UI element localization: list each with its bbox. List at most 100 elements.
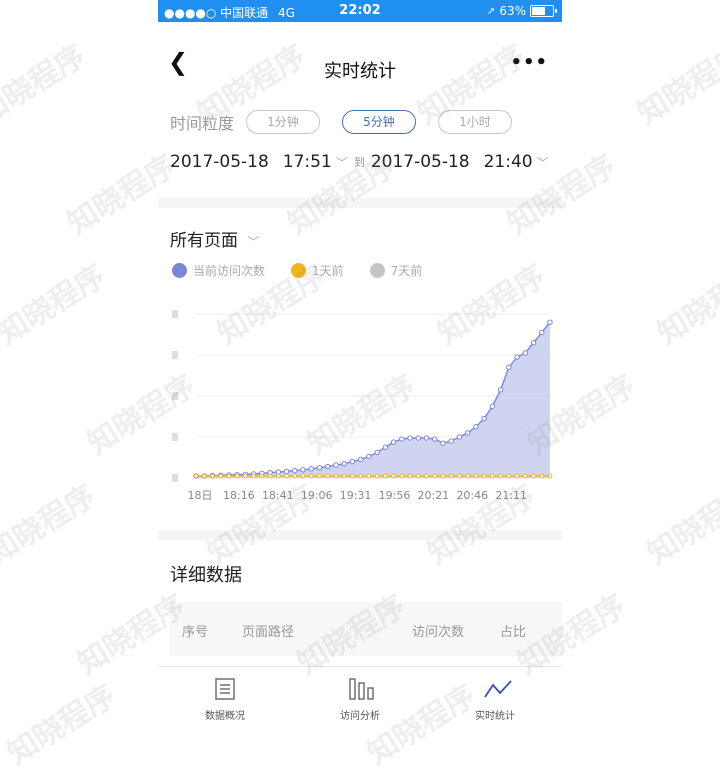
data-point-current	[357, 456, 364, 463]
battery-percent: 63%	[499, 4, 526, 18]
watermark-text: 知晓程序	[0, 478, 103, 572]
x-tick-label: 21:11	[495, 489, 527, 502]
data-point-1day	[531, 473, 536, 479]
data-point-1day	[267, 473, 273, 479]
watermark-text: 知晓程序	[641, 478, 720, 572]
detail-section-title: 详细数据	[170, 565, 242, 586]
data-point-current	[497, 387, 504, 393]
data-point-current	[415, 435, 421, 441]
tab-label: 访问分析	[340, 711, 380, 720]
data-point-1day	[383, 473, 388, 479]
column-header-visits: 访问次数	[412, 625, 465, 640]
x-tick-label: 20:46	[456, 489, 488, 502]
data-point-current	[473, 424, 479, 430]
data-point-1day	[201, 473, 207, 479]
status-bar: ●●●●○ 中国联通 4G 22:02 ➚ 63%	[158, 0, 562, 22]
chart-legend: 当前访问次数 1天前 7天前	[172, 262, 448, 279]
data-point-1day	[514, 473, 520, 479]
legend-item-7day[interactable]: 7天前	[369, 262, 423, 279]
data-point-1day	[292, 473, 298, 479]
data-point-1day	[234, 473, 240, 479]
section-divider	[158, 530, 562, 540]
data-point-1day	[325, 473, 331, 479]
data-point-1day	[448, 473, 454, 479]
data-point-current	[522, 350, 529, 356]
tab-visit-analysis[interactable]: 访问分析	[293, 667, 427, 720]
data-point-current	[489, 403, 496, 409]
x-tick-label: 19:56	[379, 489, 411, 502]
end-time[interactable]: 21:40	[484, 152, 533, 172]
tab-realtime-stats[interactable]: 实时统计	[428, 667, 562, 720]
data-point-current	[275, 469, 282, 475]
data-point-current	[448, 438, 454, 444]
granularity-1hour-button[interactable]: 1小时	[438, 110, 512, 134]
data-point-current	[547, 319, 553, 325]
chevron-down-icon: ﹀	[247, 235, 260, 249]
data-point-current	[292, 467, 298, 474]
chevron-down-icon[interactable]: ﹀	[336, 154, 348, 171]
data-point-current	[382, 444, 389, 450]
data-point-1day	[498, 473, 503, 479]
y-tick-label-blurred	[172, 310, 178, 318]
data-point-1day	[481, 473, 487, 479]
watermark-text: 知晓程序	[651, 258, 720, 352]
tab-data-overview[interactable]: 数据概况	[158, 667, 292, 720]
legend-item-current[interactable]: 当前访问次数	[172, 262, 265, 279]
data-point-1day	[415, 473, 421, 479]
data-point-1day	[457, 473, 462, 479]
data-point-current	[308, 466, 314, 472]
data-point-current	[325, 463, 331, 470]
start-time[interactable]: 17:51	[283, 152, 332, 172]
data-point-1day	[424, 473, 429, 479]
data-point-1day	[308, 473, 314, 479]
data-point-1day	[374, 473, 380, 479]
battery-icon	[530, 5, 557, 17]
granularity-label: 时间粒度	[170, 114, 235, 133]
data-point-1day	[226, 473, 232, 479]
legend-label: 当前访问次数	[193, 264, 266, 278]
more-options-button[interactable]: •••	[510, 52, 548, 73]
legend-label: 1天前	[312, 264, 344, 278]
phone-screen: ●●●●○ 中国联通 4G 22:02 ➚ 63% ❮ 实时统计 ••• 时间粒…	[158, 0, 562, 720]
data-point-current	[399, 436, 405, 442]
data-point-1day	[333, 473, 339, 479]
chevron-down-icon[interactable]: ﹀	[537, 154, 549, 171]
data-point-1day	[506, 473, 512, 479]
data-point-1day	[358, 473, 363, 479]
data-point-1day	[251, 473, 256, 479]
legend-item-1day[interactable]: 1天前	[291, 262, 344, 279]
data-point-current	[374, 449, 380, 456]
granularity-5min-button[interactable]: 5分钟	[342, 110, 416, 134]
data-point-1day	[432, 473, 438, 479]
data-point-current	[390, 439, 397, 445]
data-point-1day	[284, 473, 289, 479]
x-tick-label: 19:31	[340, 489, 372, 502]
range-to-label: 到	[353, 156, 365, 169]
data-point-current	[316, 465, 323, 471]
y-tick-label-blurred	[172, 474, 178, 482]
location-icon: ➚	[486, 5, 496, 17]
column-header-ratio: 占比	[500, 625, 527, 640]
x-tick-label: 19:06	[301, 489, 333, 502]
data-point-1day	[490, 473, 495, 479]
data-point-current	[407, 435, 413, 441]
page-filter-dropdown[interactable]: 所有页面 ﹀	[170, 226, 259, 251]
status-right: ➚ 63%	[486, 4, 557, 18]
page-title: 实时统计	[324, 61, 396, 82]
data-point-1day	[366, 473, 372, 479]
data-point-current	[539, 329, 545, 336]
y-tick-label-blurred	[172, 392, 178, 400]
tab-label: 数据概况	[205, 711, 245, 720]
data-point-current	[440, 440, 446, 446]
data-point-1day	[473, 473, 479, 479]
page-filter-label: 所有页面	[170, 231, 238, 251]
end-date[interactable]: 2017-05-18	[371, 152, 470, 172]
data-point-current	[349, 458, 356, 465]
bottom-tab-bar: 数据概况 访问分析 实时统计	[158, 666, 562, 720]
start-date[interactable]: 2017-05-18	[170, 152, 269, 172]
data-point-current	[423, 435, 430, 441]
x-tick-label: 20:21	[418, 489, 450, 502]
granularity-1min-button[interactable]: 1分钟	[246, 110, 320, 134]
data-point-1day	[539, 473, 545, 479]
legend-label: 7天前	[390, 264, 423, 278]
